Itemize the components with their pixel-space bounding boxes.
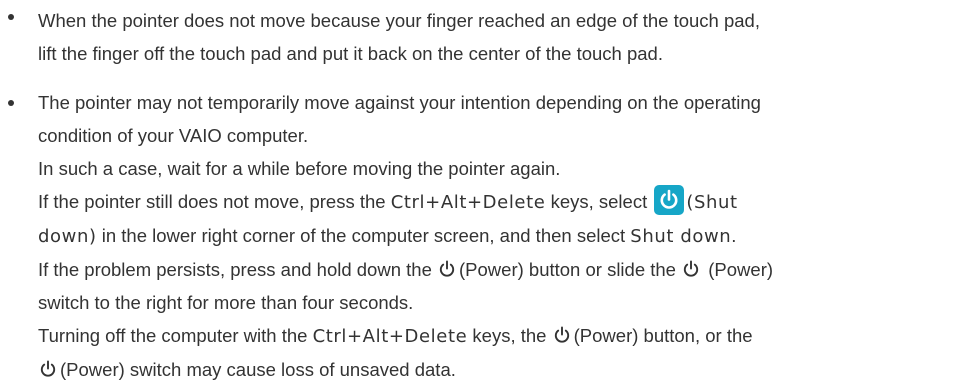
text-line: down) in the lower right corner of the c… [38,219,972,253]
power-icon [38,359,58,379]
text-fragment: button, or the [638,325,753,346]
text-line: When the pointer does not move because y… [38,10,760,31]
text-fragment: If the pointer still does not move, pres… [38,191,391,212]
text-line: The pointer may not temporarily move aga… [38,92,761,113]
power-icon [681,259,701,279]
key-combination: Ctrl+Alt+Delete [390,192,546,213]
list-item: The pointer may not temporarily move aga… [0,86,972,386]
bullet-list: When the pointer does not move because y… [0,0,972,386]
text-fragment: in the lower right corner of the compute… [96,225,631,246]
power-label: (Power) [60,359,125,380]
power-label: (Power) [573,325,639,346]
power-label: (Power) [459,259,524,280]
text-fragment: keys, the [467,325,552,346]
text-line: condition of your VAIO computer. [38,125,309,146]
text-fragment: keys, select [545,191,653,212]
text-line: (Power) switch may cause loss of unsaved… [38,353,972,386]
power-icon [552,325,572,345]
list-item: When the pointer does not move because y… [0,0,972,70]
text-line: lift the finger off the touch pad and pu… [38,43,663,64]
text-fragment: button or slide the [523,259,682,280]
power-label: (Power) [703,259,774,280]
text-fragment: Turning off the computer with the [38,325,313,346]
text-line: In such a case, wait for a while before … [38,158,561,179]
bullet-dot [8,100,14,106]
help-content: When the pointer does not move because y… [0,0,972,386]
text-fragment: . [731,225,737,246]
text-line: If the problem persists, press and hold … [38,253,972,286]
text-line: If the pointer still does not move, pres… [38,185,972,219]
shut-down-label: (Shut [686,192,738,213]
shut-down-label: down) [38,226,97,247]
power-icon [437,259,457,279]
text-line: switch to the right for more than four s… [38,292,414,313]
shut-down-command: Shut down [630,226,732,247]
shutdown-icon [654,185,685,215]
text-line: Turning off the computer with the Ctrl+A… [38,319,972,353]
key-combination: Ctrl+Alt+Delete [312,326,468,347]
text-fragment: switch may cause loss of unsaved data. [124,359,456,380]
text-fragment: If the problem persists, press and hold … [38,259,437,280]
bullet-dot [8,14,14,20]
